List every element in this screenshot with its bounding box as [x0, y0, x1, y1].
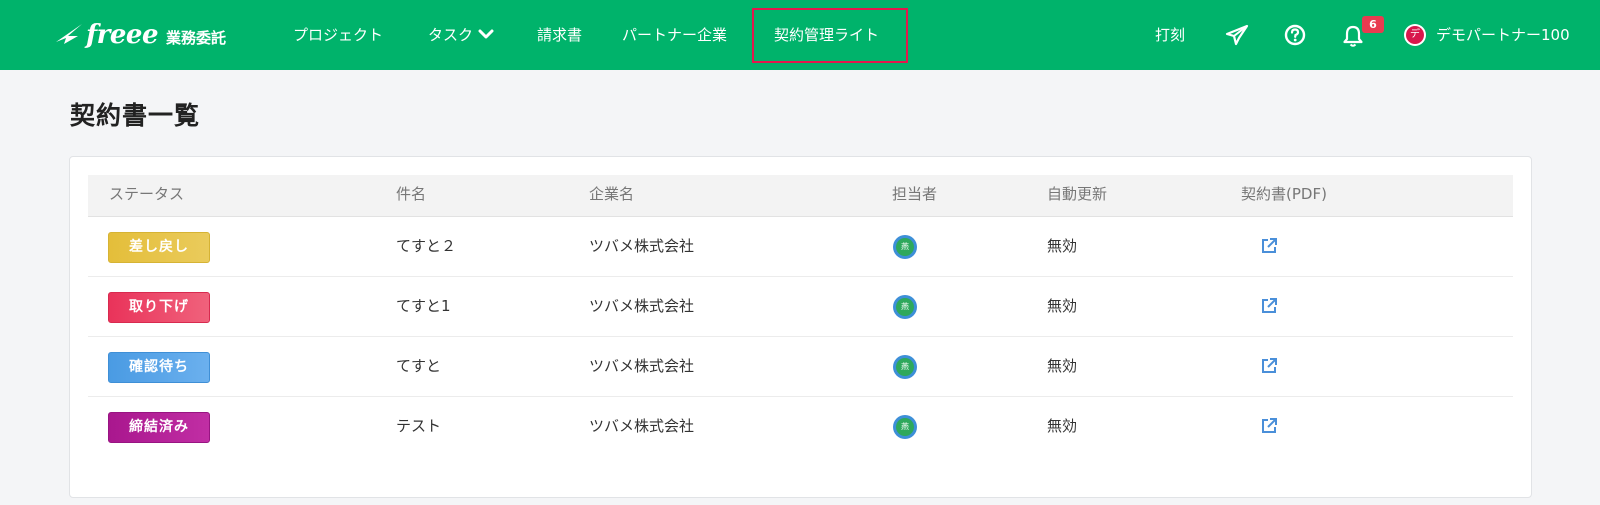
table-row[interactable]: 取り下げ てすと1 ツバメ株式会社 燕 無効: [88, 277, 1513, 337]
table-header: ステータス 件名 企業名 担当者 自動更新 契約書(PDF): [88, 175, 1513, 217]
owner-avatar: 燕: [893, 355, 917, 379]
table-row[interactable]: 確認待ち てすと ツバメ株式会社 燕 無効: [88, 337, 1513, 397]
row-subject: てすと２: [396, 237, 457, 255]
freee-logo[interactable]: freee 業務委託: [54, 16, 226, 54]
column-header-auto-renew: 自動更新: [1047, 185, 1108, 203]
table-row[interactable]: 差し戻し てすと２ ツバメ株式会社 燕 無効: [88, 217, 1513, 277]
column-header-status: ステータス: [109, 185, 185, 203]
brand-word: freee: [86, 20, 159, 50]
status-badge: 締結済み: [108, 412, 210, 443]
nav-invoices[interactable]: 請求書: [537, 22, 582, 48]
timecard-link[interactable]: 打刻: [1155, 22, 1185, 48]
owner-avatar-initial: 燕: [896, 358, 914, 376]
row-auto-renew: 無効: [1047, 237, 1078, 255]
external-link-icon[interactable]: [1260, 297, 1278, 315]
status-badge: 差し戻し: [108, 232, 210, 263]
row-auto-renew: 無効: [1047, 417, 1078, 435]
external-link-icon[interactable]: [1260, 237, 1278, 255]
notifications-button[interactable]: [1342, 24, 1364, 52]
nav-projects[interactable]: プロジェクト: [293, 22, 383, 48]
owner-avatar-initial: 燕: [896, 298, 914, 316]
row-subject: てすと: [396, 357, 442, 375]
column-header-owner: 担当者: [892, 185, 938, 203]
user-avatar[interactable]: デ: [1404, 24, 1426, 46]
page-title: 契約書一覧: [70, 101, 201, 130]
row-auto-renew: 無効: [1047, 297, 1078, 315]
row-subject: テスト: [396, 417, 442, 435]
column-header-company: 企業名: [589, 185, 635, 203]
column-header-subject: 件名: [396, 185, 427, 203]
owner-avatar: 燕: [893, 415, 917, 439]
row-company: ツバメ株式会社: [589, 237, 695, 255]
nav-tasks[interactable]: タスク: [428, 22, 494, 48]
external-link-icon[interactable]: [1260, 357, 1278, 375]
question-circle-icon: [1284, 24, 1306, 46]
user-avatar-initial: デ: [1406, 26, 1424, 44]
owner-avatar: 燕: [893, 235, 917, 259]
owner-avatar-initial: 燕: [896, 238, 914, 256]
column-header-pdf: 契約書(PDF): [1241, 185, 1327, 203]
nav-tasks-label: タスク: [428, 26, 474, 44]
status-badge: 確認待ち: [108, 352, 210, 383]
bird-logo-icon: [56, 24, 82, 44]
nav-partner-companies[interactable]: パートナー企業: [622, 22, 727, 48]
row-company: ツバメ株式会社: [589, 357, 695, 375]
notification-count-badge: 6: [1362, 16, 1384, 33]
bell-icon: [1343, 25, 1363, 47]
send-button[interactable]: [1225, 24, 1249, 50]
chevron-down-icon: [478, 29, 494, 39]
external-link-icon[interactable]: [1260, 417, 1278, 435]
status-badge: 取り下げ: [108, 292, 210, 323]
owner-avatar: 燕: [893, 295, 917, 319]
row-company: ツバメ株式会社: [589, 297, 695, 315]
brand-subtitle: 業務委託: [166, 28, 227, 47]
row-auto-renew: 無効: [1047, 357, 1078, 375]
help-button[interactable]: [1284, 24, 1306, 50]
row-subject: てすと1: [396, 297, 451, 315]
nav-contract-lite[interactable]: 契約管理ライト: [774, 22, 879, 48]
owner-avatar-initial: 燕: [896, 418, 914, 436]
paper-plane-icon: [1225, 24, 1249, 46]
user-menu[interactable]: デモパートナー100: [1436, 22, 1570, 48]
table-row[interactable]: 締結済み テスト ツバメ株式会社 燕 無効: [88, 397, 1513, 457]
top-navbar: freee 業務委託 プロジェクト タスク 請求書 パートナー企業 契約管理ライ…: [0, 0, 1600, 70]
row-company: ツバメ株式会社: [589, 417, 695, 435]
